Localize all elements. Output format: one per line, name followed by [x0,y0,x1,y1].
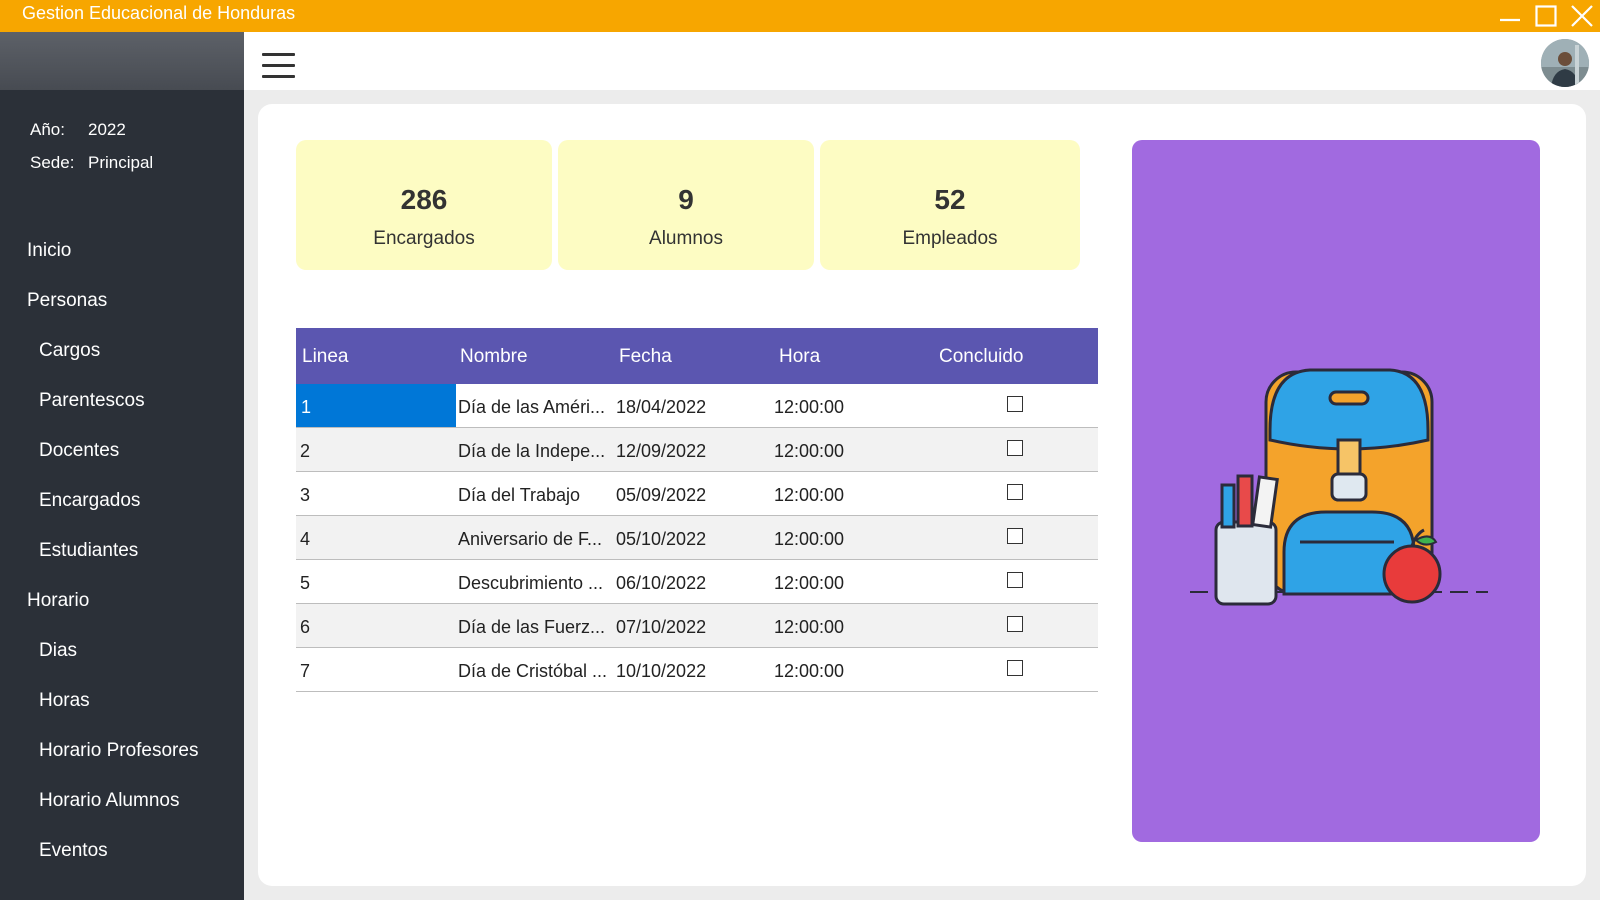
minimize-icon [1500,18,1520,22]
sidebar-item-horario-alumnos[interactable]: Horario Alumnos [39,790,179,812]
events-table: Linea Nombre Fecha Hora Concluido 1 Día d… [296,328,1098,692]
sidebar-item-estudiantes[interactable]: Estudiantes [39,540,138,562]
stat-card-empleados: 52 Empleados [820,140,1080,270]
sidebar-logo-area [0,32,244,90]
sidebar-item-parentescos[interactable]: Parentescos [39,390,145,412]
concluido-checkbox[interactable] [1007,616,1023,632]
window-title: Gestion Educacional de Honduras [22,2,296,23]
close-icon [1571,5,1593,27]
table-row[interactable]: 7 Día de Cristóbal ... 10/10/2022 12:00:00 [296,648,1098,692]
cell-fecha: 05/09/2022 [616,485,707,505]
concluido-checkbox[interactable] [1007,572,1023,588]
table-row[interactable]: 5 Descubrimiento ... 06/10/2022 12:00:00 [296,560,1098,604]
cell-hora: 12:00:00 [774,441,845,461]
maximize-icon [1535,5,1557,27]
column-header-nombre[interactable]: Nombre [460,346,528,368]
cell-nombre: Día del Trabajo [458,485,581,505]
cell-linea: 4 [300,529,311,549]
cell-nombre: Día de las Améri... [458,397,606,417]
cell-linea: 7 [300,661,311,681]
cell-fecha: 06/10/2022 [616,573,707,593]
table-row[interactable]: 1 Día de las Améri... 18/04/2022 12:00:00 [296,384,1098,428]
table-row[interactable]: 3 Día del Trabajo 05/09/2022 12:00:00 [296,472,1098,516]
sidebar-item-inicio[interactable]: Inicio [27,240,71,262]
stat-value: 286 [400,184,448,215]
stat-value: 52 [934,184,966,215]
stat-label: Encargados [373,228,475,249]
cell-nombre: Día de la Indepe... [458,441,606,461]
table-header: Linea Nombre Fecha Hora Concluido [296,328,1098,384]
cell-fecha: 10/10/2022 [616,661,707,681]
sidebar-item-horario-profesores[interactable]: Horario Profesores [39,740,198,762]
sede-label: Sede: [30,153,75,172]
avatar[interactable] [1541,39,1589,87]
column-header-fecha[interactable]: Fecha [619,346,672,368]
column-header-hora[interactable]: Hora [779,346,820,368]
cell-linea: 1 [301,397,312,417]
cell-hora: 12:00:00 [774,573,845,593]
column-header-concluido[interactable]: Concluido [939,346,1024,368]
cell-hora: 12:00:00 [774,397,845,417]
title-bar: Gestion Educacional de Honduras [0,0,1600,32]
cell-fecha: 12/09/2022 [616,441,707,461]
sidebar-item-horas[interactable]: Horas [39,690,90,712]
sede-value: Principal [88,153,154,172]
backpack-illustration [1190,368,1488,606]
sidebar: Año: 2022 Sede: Principal Inicio Personas Ca… [0,90,244,900]
sidebar-item-docentes[interactable]: Docentes [39,440,119,462]
cell-nombre: Día de Cristóbal ... [458,661,608,681]
cell-hora: 12:00:00 [774,617,845,637]
cell-hora: 12:00:00 [774,661,845,681]
close-button[interactable] [1564,0,1600,32]
table-row[interactable]: 4 Aniversario de F... 05/10/2022 12:00:00 [296,516,1098,560]
cell-nombre: Día de las Fuerz... [458,617,606,637]
main-content: 286 Encargados 9 Alumnos 52 Empleados Li… [258,104,1586,886]
user-photo-icon [1541,39,1589,87]
table-row[interactable]: 6 Día de las Fuerz... 07/10/2022 12:00:00 [296,604,1098,648]
window-controls [1492,0,1600,32]
table-row[interactable]: 2 Día de la Indepe... 12/09/2022 12:00:00 [296,428,1098,472]
cell-nombre: Aniversario de F... [458,529,603,549]
sidebar-item-encargados[interactable]: Encargados [39,490,140,512]
concluido-checkbox[interactable] [1007,660,1023,676]
stat-value: 9 [678,184,694,215]
maximize-button[interactable] [1528,0,1564,32]
concluido-checkbox[interactable] [1007,396,1023,412]
stat-card-alumnos: 9 Alumnos [558,140,814,270]
sede-info: Sede: Principal [30,153,153,173]
sidebar-item-cargos[interactable]: Cargos [39,340,100,362]
cell-fecha: 05/10/2022 [616,529,707,549]
cell-nombre: Descubrimiento ... [458,573,604,593]
cell-fecha: 18/04/2022 [616,397,707,417]
cell-linea: 2 [300,441,311,461]
sidebar-item-eventos[interactable]: Eventos [39,840,108,862]
sidebar-item-personas[interactable]: Personas [27,290,107,312]
cell-fecha: 07/10/2022 [616,617,707,637]
selected-cell[interactable]: 1 [296,384,456,427]
cell-linea: 5 [300,573,311,593]
hamburger-icon[interactable] [262,53,296,79]
column-header-linea[interactable]: Linea [302,346,349,368]
concluido-checkbox[interactable] [1007,440,1023,456]
year-label: Año: [30,120,65,139]
cell-hora: 12:00:00 [774,485,845,505]
stat-card-encargados: 286 Encargados [296,140,552,270]
stat-label: Empleados [902,228,998,249]
concluido-checkbox[interactable] [1007,528,1023,544]
cell-linea: 6 [300,617,311,637]
sidebar-item-horario[interactable]: Horario [27,590,89,612]
cell-linea: 3 [300,485,311,505]
year-value: 2022 [88,120,126,139]
year-info: Año: 2022 [30,120,126,140]
table-body: 1 Día de las Améri... 18/04/2022 12:00:00 2 D… [296,384,1098,692]
concluido-checkbox[interactable] [1007,484,1023,500]
sidebar-item-dias[interactable]: Dias [39,640,77,662]
stat-label: Alumnos [649,228,723,249]
header [244,32,1600,90]
illustration-panel [1132,140,1540,842]
minimize-button[interactable] [1492,0,1528,32]
cell-hora: 12:00:00 [774,529,845,549]
